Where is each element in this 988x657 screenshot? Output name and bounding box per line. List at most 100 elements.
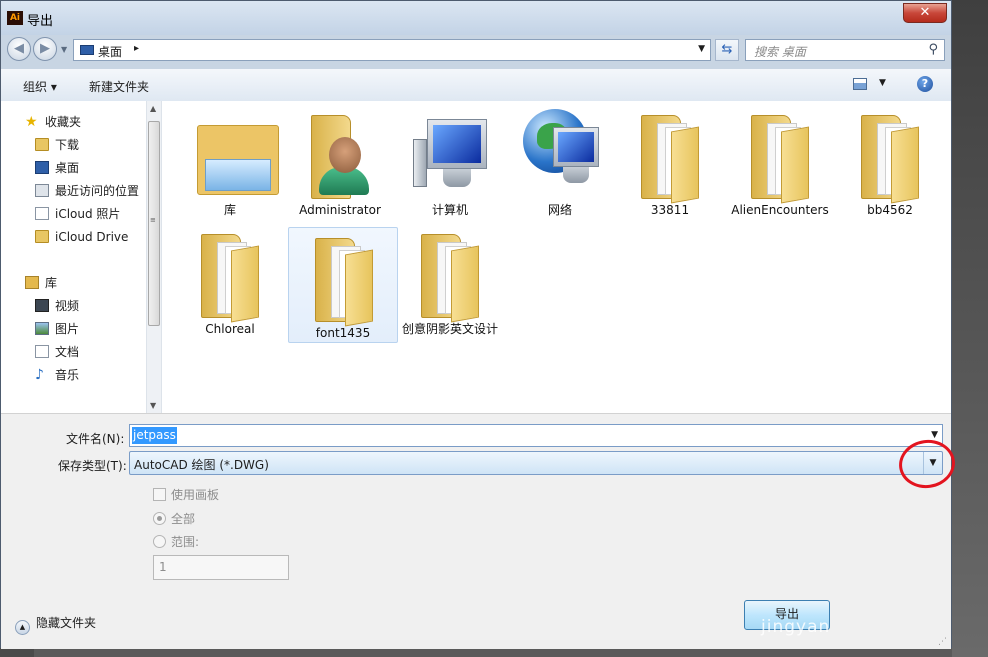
folder-icon <box>307 232 381 327</box>
checkbox-icon[interactable] <box>153 488 166 501</box>
all-radio[interactable]: 全部 <box>153 510 195 527</box>
nav-label: 音乐 <box>55 368 80 382</box>
nav-item-recent-places[interactable]: 最近访问的位置 <box>35 181 140 201</box>
filename-label: 文件名(N): <box>66 432 125 446</box>
file-list: 库 Administrator 计算机 网络 33811 AlienEncoun… <box>162 101 951 413</box>
nav-item-documents[interactable]: 文档 <box>35 342 79 362</box>
nav-item-pictures[interactable]: 图片 <box>35 319 79 339</box>
nav-item-icloud-drive[interactable]: iCloud Drive <box>35 227 129 247</box>
nav-item-icloud-photos[interactable]: iCloud 照片 <box>35 204 121 224</box>
libraries-icon <box>25 276 39 289</box>
item-label: 创意阴影英文设计 <box>401 322 498 336</box>
star-icon: ★ <box>25 114 38 130</box>
desktop-icon <box>80 45 94 55</box>
nav-label: 下载 <box>55 138 80 152</box>
scroll-up-icon[interactable]: ▲ <box>150 104 156 113</box>
watermark: jingyan <box>761 617 831 637</box>
help-icon[interactable]: ? <box>917 76 933 92</box>
radio-selected-icon[interactable] <box>153 512 166 525</box>
navigation-pane: ★ 收藏夹 下载 桌面 最近访问的位置 iCloud 照片 iCloud Dri… <box>1 101 146 413</box>
desktop-icon <box>35 161 49 174</box>
nav-label: 桌面 <box>55 161 80 175</box>
radio-icon[interactable] <box>153 535 166 548</box>
hide-folders-label: 隐藏文件夹 <box>36 616 97 630</box>
icloud-photos-icon <box>35 207 49 220</box>
option-label: 全部 <box>171 512 196 526</box>
search-placeholder: 搜索 桌面 <box>754 45 806 59</box>
downloads-folder-icon <box>35 138 49 151</box>
documents-icon <box>35 345 49 358</box>
item-alienencounters[interactable]: AlienEncounters <box>725 105 835 221</box>
item-label: 库 <box>223 203 236 217</box>
option-label: 使用画板 <box>171 488 220 502</box>
nav-label: 视频 <box>55 299 80 313</box>
nav-label: iCloud 照片 <box>55 207 121 221</box>
item-label: bb4562 <box>867 203 913 217</box>
filename-value[interactable]: jetpass <box>132 427 177 444</box>
nav-label: 最近访问的位置 <box>55 184 140 198</box>
filename-input[interactable]: jetpass ▼ <box>129 424 943 447</box>
view-dropdown-icon[interactable]: ▼ <box>879 78 886 88</box>
item-label: 网络 <box>547 203 572 217</box>
nav-label: iCloud Drive <box>55 230 129 244</box>
network-globe-icon <box>523 109 599 199</box>
refresh-button[interactable]: ⇆ <box>715 39 739 61</box>
nav-favorites-header[interactable]: ★ 收藏夹 <box>25 112 81 132</box>
item-label: Administrator <box>299 203 381 217</box>
option-label: 范围: <box>171 535 200 549</box>
range-input[interactable]: 1 <box>153 555 289 580</box>
nav-label: 库 <box>45 276 58 290</box>
forward-button[interactable]: ▶ <box>33 37 57 61</box>
computer-icon <box>413 109 487 199</box>
video-icon <box>35 299 49 312</box>
nav-item-videos[interactable]: 视频 <box>35 296 80 316</box>
item-label: Chloreal <box>205 322 255 336</box>
navigation-scrollbar[interactable]: ▲ ≡ ▼ <box>146 101 162 413</box>
export-dialog: Ai 导出 ✕ ◀ ▶ ▼ 桌面 ▸ ▼ ⇆ 搜索 桌面 ⚲ 组织 ▾ 新建文件… <box>0 0 952 649</box>
breadcrumb-chevron-icon[interactable]: ▸ <box>134 43 139 54</box>
address-location[interactable]: 桌面 <box>98 43 122 60</box>
scroll-down-icon[interactable]: ▼ <box>150 401 156 410</box>
recent-pages-dropdown-icon[interactable]: ▼ <box>61 45 67 54</box>
item-computer[interactable]: 计算机 <box>395 105 505 221</box>
nav-item-desktop[interactable]: 桌面 <box>35 158 80 178</box>
item-bb4562[interactable]: bb4562 <box>835 105 945 221</box>
collapse-arrow-icon[interactable]: ▲ <box>15 620 30 635</box>
filename-dropdown-icon[interactable]: ▼ <box>931 430 938 440</box>
address-bar[interactable]: 桌面 ▸ ▼ <box>73 39 711 61</box>
nav-item-downloads[interactable]: 下载 <box>35 135 80 155</box>
resize-grip-icon[interactable]: ⋰ <box>938 637 947 647</box>
item-chloreal[interactable]: Chloreal <box>175 224 285 340</box>
save-type-select[interactable]: AutoCAD 绘图 (*.DWG) ▼ <box>129 451 943 475</box>
save-type-label: 保存类型(T): <box>58 459 127 473</box>
save-type-value: AutoCAD 绘图 (*.DWG) <box>134 458 269 472</box>
item-network[interactable]: 网络 <box>505 105 615 221</box>
search-icon[interactable]: ⚲ <box>928 42 938 57</box>
toolbar: 组织 ▾ 新建文件夹 ▼ ? <box>1 69 951 102</box>
organize-menu[interactable]: 组织 ▾ <box>23 78 57 95</box>
save-options-panel: 文件名(N): jetpass ▼ 保存类型(T): AutoCAD 绘图 (*… <box>1 413 951 649</box>
item-library[interactable]: 库 <box>175 105 285 221</box>
new-folder-button[interactable]: 新建文件夹 <box>89 78 149 95</box>
library-folder-icon <box>193 109 279 199</box>
use-artboards-checkbox[interactable]: 使用画板 <box>153 486 219 503</box>
item-label: font1435 <box>315 326 371 340</box>
folder-icon <box>413 228 487 323</box>
user-folder-icon <box>303 109 377 199</box>
item-administrator[interactable]: Administrator <box>285 105 395 221</box>
search-input[interactable]: 搜索 桌面 ⚲ <box>745 39 945 61</box>
change-view-icon[interactable] <box>853 78 867 90</box>
nav-item-music[interactable]: ♪ 音乐 <box>35 365 80 385</box>
item-font1435[interactable]: font1435 <box>288 227 398 343</box>
close-button[interactable]: ✕ <box>903 3 947 23</box>
nav-libraries-header[interactable]: 库 <box>25 273 58 293</box>
hide-folders-toggle[interactable]: ▲ 隐藏文件夹 <box>15 614 96 635</box>
item-33811[interactable]: 33811 <box>615 105 725 221</box>
back-button[interactable]: ◀ <box>7 37 31 61</box>
dialog-title: 导出 <box>27 14 54 29</box>
title-bar: Ai 导出 ✕ <box>1 1 951 35</box>
address-dropdown-icon[interactable]: ▼ <box>698 44 705 54</box>
item-creative-shadow-font[interactable]: 创意阴影英文设计 <box>395 224 505 340</box>
folder-icon <box>633 109 707 204</box>
range-radio[interactable]: 范围: <box>153 533 199 550</box>
